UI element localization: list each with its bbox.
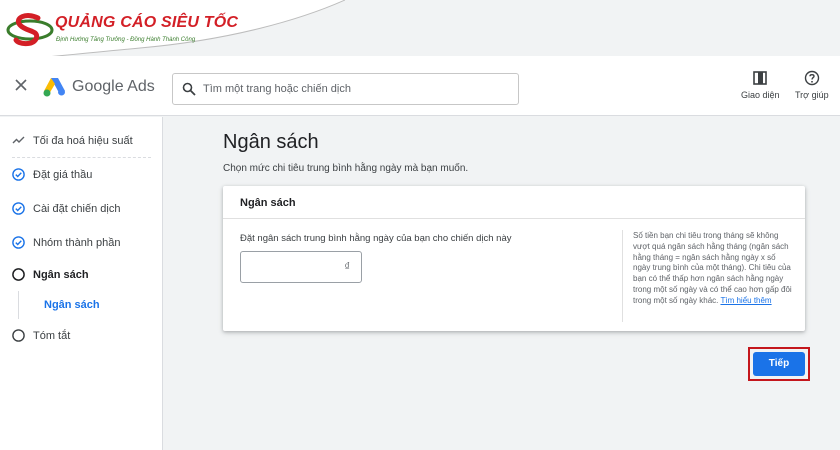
sidebar-item-label: Cài đặt chiến dịch	[33, 203, 121, 215]
sidebar-subitem-budget[interactable]: Ngân sách	[44, 299, 100, 311]
next-button[interactable]: Tiếp	[753, 352, 805, 376]
budget-label: Đặt ngân sách trung bình hằng ngày của b…	[240, 233, 512, 244]
page-title: Ngân sách	[223, 131, 319, 153]
help-icon	[804, 70, 819, 86]
check-circle-icon	[12, 168, 25, 181]
budget-help-text: Số tiền bạn chi tiêu trong tháng sẽ khôn…	[633, 231, 793, 307]
sidebar-item-campaign-settings[interactable]: Cài đặt chiến dịch	[0, 193, 163, 225]
sidebar-item-label: Đặt giá thầu	[33, 169, 93, 181]
trend-icon	[12, 136, 25, 144]
circle-icon	[12, 329, 25, 342]
sidebar-item-label: Nhóm thành phần	[33, 237, 121, 249]
appearance-icon	[753, 71, 768, 85]
sidebar-divider	[12, 157, 151, 158]
budget-card: Ngân sách Đặt ngân sách trung bình hằng …	[223, 186, 805, 331]
sidebar: Tối đa hoá hiệu suất Đặt giá thầu Cài đặ…	[0, 117, 163, 450]
brand-tagline: Định Hướng Tăng Trưởng - Đồng Hành Thành…	[56, 37, 196, 43]
next-button-highlight: Tiếp	[748, 347, 810, 381]
appearance-label: Giao diện	[741, 90, 780, 100]
help-text: Số tiền bạn chi tiêu trong tháng sẽ khôn…	[633, 231, 792, 305]
help-button[interactable]: Trợ giúp	[795, 70, 829, 100]
search-placeholder: Tìm một trang hoặc chiến dịch	[203, 83, 351, 95]
check-circle-icon	[12, 236, 25, 249]
sub-item-indicator	[18, 291, 19, 319]
brand-logo-icon	[6, 13, 54, 47]
sidebar-item-label: Tối đa hoá hiệu suất	[33, 135, 133, 147]
sidebar-item-asset-group[interactable]: Nhóm thành phần	[0, 227, 163, 259]
search-input[interactable]: Tìm một trang hoặc chiến dịch	[172, 73, 519, 105]
sidebar-item-performance-max[interactable]: Tối đa hoá hiệu suất	[0, 125, 163, 157]
sidebar-item-bidding[interactable]: Đặt giá thầu	[0, 159, 163, 191]
page-subtitle: Chọn mức chi tiêu trung bình hằng ngày m…	[223, 163, 469, 174]
search-icon	[182, 82, 196, 96]
brand-banner: QUẢNG CÁO SIÊU TỐC Định Hướng Tăng Trưởn…	[0, 0, 345, 62]
card-title: Ngân sách	[240, 197, 296, 209]
brand-name: QUẢNG CÁO SIÊU TỐC	[55, 14, 239, 31]
learn-more-link[interactable]: Tìm hiểu thêm	[720, 296, 771, 305]
card-header: Ngân sách	[223, 186, 805, 219]
currency-symbol: ₫	[344, 261, 350, 273]
appearance-button[interactable]: Giao diện	[741, 70, 780, 100]
check-circle-icon	[12, 202, 25, 215]
close-icon[interactable]	[14, 78, 28, 92]
app-header: Google Ads Tìm một trang hoặc chiến dịch…	[0, 56, 840, 116]
product-name: Google Ads	[72, 78, 155, 95]
sidebar-item-label: Ngân sách	[33, 269, 89, 281]
help-label: Trợ giúp	[795, 90, 829, 100]
sidebar-item-summary[interactable]: Tóm tắt	[0, 320, 163, 352]
google-ads-logo-icon	[43, 78, 65, 97]
sidebar-item-budget[interactable]: Ngân sách	[0, 259, 163, 291]
circle-icon	[12, 268, 25, 281]
sidebar-item-label: Tóm tắt	[33, 330, 71, 342]
card-divider	[622, 230, 623, 322]
budget-input[interactable]: ₫	[240, 251, 362, 283]
